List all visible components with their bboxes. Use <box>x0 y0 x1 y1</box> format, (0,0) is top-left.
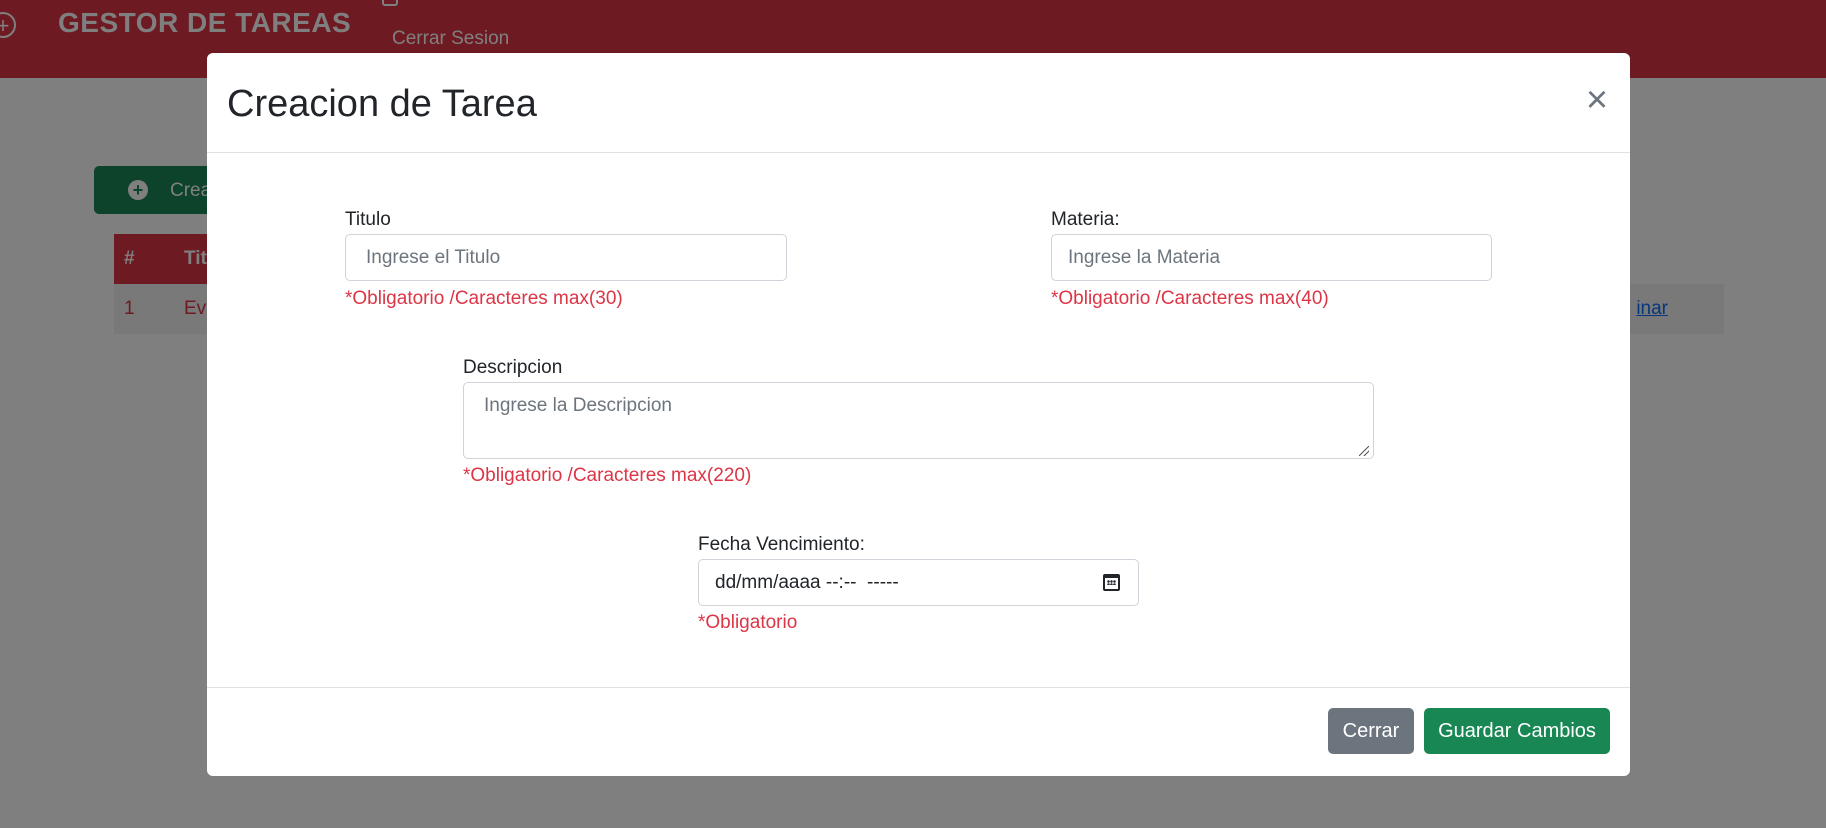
materia-hint: *Obligatorio /Caracteres max(40) <box>1051 288 1329 309</box>
fecha-hint: *Obligatorio <box>698 612 798 633</box>
descripcion-label: Descripcion <box>463 357 563 378</box>
fecha-label: Fecha Vencimiento: <box>698 534 865 555</box>
create-task-modal: Creacion de Tarea × Titulo *Obligatorio … <box>207 53 1630 776</box>
modal-footer: Cerrar Guardar Cambios <box>207 687 1630 776</box>
resize-handle-icon[interactable] <box>1359 446 1369 456</box>
materia-input[interactable] <box>1051 234 1492 281</box>
save-button[interactable]: Guardar Cambios <box>1424 708 1610 754</box>
modal-title: Creacion de Tarea <box>227 83 537 125</box>
cancel-button[interactable]: Cerrar <box>1328 708 1414 754</box>
fecha-input[interactable]: dd/mm/aaaa --:-- ----- <box>698 559 1139 606</box>
fecha-value: dd/mm/aaaa --:-- ----- <box>715 572 899 593</box>
descripcion-textarea[interactable] <box>463 382 1374 459</box>
close-icon[interactable]: × <box>1582 81 1612 119</box>
titulo-hint: *Obligatorio /Caracteres max(30) <box>345 288 623 309</box>
materia-label: Materia: <box>1051 209 1120 230</box>
calendar-icon[interactable] <box>1103 574 1120 591</box>
modal-header: Creacion de Tarea × <box>207 53 1630 153</box>
titulo-label: Titulo <box>345 209 391 230</box>
titulo-input[interactable] <box>345 234 787 281</box>
descripcion-hint: *Obligatorio /Caracteres max(220) <box>463 465 752 486</box>
